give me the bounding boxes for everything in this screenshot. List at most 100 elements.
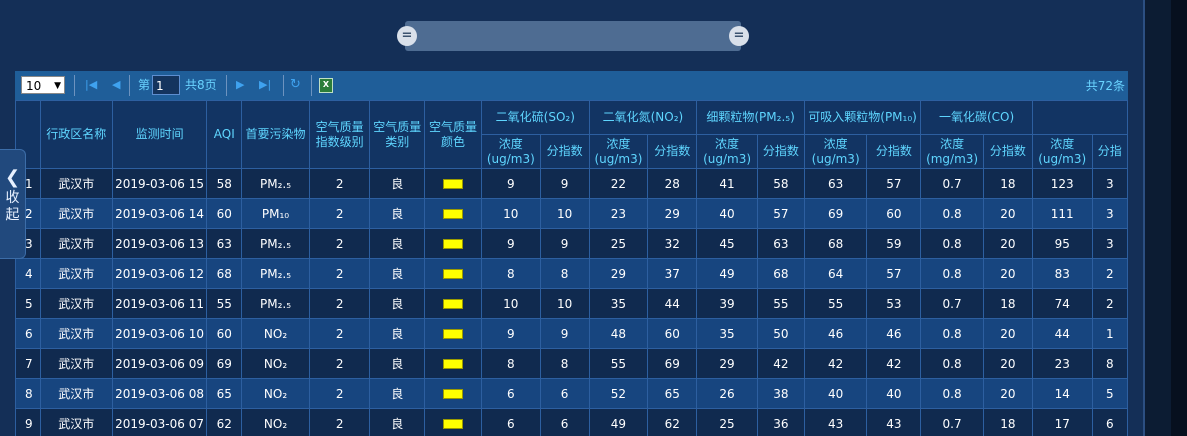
- cell-aqi: 68: [206, 258, 243, 289]
- cell-o3i: 3: [1091, 198, 1128, 229]
- cell-so2i: 8: [539, 258, 590, 289]
- cell-pm25i: 57: [756, 198, 805, 229]
- cell-pm10: 64: [803, 258, 868, 289]
- header-concentration[interactable]: 浓度(ug/m3): [696, 134, 758, 169]
- cell-no2i: 29: [647, 198, 698, 229]
- cell-category: 良: [369, 408, 426, 436]
- cell-time: 2019-03-06 14: [111, 198, 208, 229]
- cell-so2i: 10: [539, 288, 590, 319]
- header-concentration[interactable]: 浓度(ug/m3): [1031, 134, 1093, 169]
- header-time[interactable]: 监测时间: [111, 100, 208, 169]
- cell-quality-color: [424, 258, 482, 289]
- cell-quality-color: [424, 228, 482, 259]
- header-concentration[interactable]: 浓度(ug/m3): [803, 134, 868, 169]
- cell-aqi: 62: [206, 408, 243, 436]
- header-pollutant[interactable]: 首要污染物: [241, 100, 310, 169]
- page-prefix: 第: [138, 78, 151, 92]
- cell-so2i: 10: [539, 198, 590, 229]
- table-row[interactable]: 7 武汉市 2019-03-06 09 69 NO₂ 2 良 8 8 55 69 29 42 42 42 0.…: [15, 348, 1128, 379]
- table-row[interactable]: 3 武汉市 2019-03-06 13 63 PM₂.₅ 2 良 9 9 25 32 45 63 68 59…: [15, 228, 1128, 259]
- cell-o3: 74: [1031, 288, 1093, 319]
- table-row[interactable]: 6 武汉市 2019-03-06 10 60 NO₂ 2 良 9 9 48 60 35 50 46 46 0.…: [15, 318, 1128, 349]
- cell-o3i: 8: [1091, 348, 1128, 379]
- cell-pm10i: 53: [866, 288, 922, 319]
- cell-no2i: 44: [647, 288, 698, 319]
- cell-time: 2019-03-06 08: [111, 378, 208, 409]
- cell-time: 2019-03-06 13: [111, 228, 208, 259]
- header-district[interactable]: 行政区名称: [39, 100, 113, 169]
- header-concentration[interactable]: 浓度(ug/m3): [480, 134, 541, 169]
- header-co: 一氧化碳(CO): [920, 100, 1033, 135]
- resize-slider[interactable]: = =: [397, 21, 749, 51]
- header-aqi[interactable]: AQI: [206, 100, 243, 169]
- cell-level: 2: [308, 318, 371, 349]
- cell-pm25i: 68: [756, 258, 805, 289]
- table-row[interactable]: 5 武汉市 2019-03-06 11 55 PM₂.₅ 2 良 10 10 35 44 39 55 55…: [15, 288, 1128, 319]
- table-row[interactable]: 4 武汉市 2019-03-06 12 68 PM₂.₅ 2 良 8 8 29 37 49 68 64 57…: [15, 258, 1128, 289]
- cell-pollutant: NO₂: [241, 318, 310, 349]
- slider-left-handle[interactable]: =: [397, 26, 417, 46]
- toolbar-divider: [129, 75, 130, 96]
- cell-aqi: 60: [206, 318, 243, 349]
- cell-pm10i: 57: [866, 258, 922, 289]
- header-category[interactable]: 空气质量类别: [369, 100, 426, 169]
- cell-quality-color: [424, 378, 482, 409]
- cell-pm25: 26: [696, 378, 758, 409]
- cell-no: 4: [15, 258, 41, 289]
- table-row[interactable]: 1 武汉市 2019-03-06 15 58 PM₂.₅ 2 良 9 9 22 28 41 58 63 57…: [15, 168, 1128, 199]
- prev-page-icon[interactable]: ◀: [112, 77, 120, 93]
- table-row[interactable]: 2 武汉市 2019-03-06 14 60 PM₁₀ 2 良 10 10 23 29 40 57 69 6…: [15, 198, 1128, 229]
- header-level[interactable]: 空气质量指数级别: [308, 100, 371, 169]
- cell-pm25i: 58: [756, 168, 805, 199]
- cell-level: 2: [308, 258, 371, 289]
- cell-no2i: 69: [647, 348, 698, 379]
- cell-so2i: 9: [539, 318, 590, 349]
- last-page-icon[interactable]: ▶|: [259, 77, 271, 93]
- cell-so2: 8: [480, 348, 541, 379]
- header-concentration[interactable]: 浓度(mg/m3): [920, 134, 984, 169]
- header-concentration[interactable]: 浓度(ug/m3): [588, 134, 649, 169]
- header-sub-index[interactable]: 分指数: [982, 134, 1033, 169]
- table-row[interactable]: 9 武汉市 2019-03-06 07 62 NO₂ 2 良 6 6 49 62 25 36 43 43 0.…: [15, 408, 1128, 436]
- excel-export-icon[interactable]: X: [319, 78, 333, 93]
- cell-district: 武汉市: [39, 348, 113, 379]
- cell-o3i: 1: [1091, 318, 1128, 349]
- cell-pm10i: 60: [866, 198, 922, 229]
- cell-no2: 23: [588, 198, 649, 229]
- cell-no: 5: [15, 288, 41, 319]
- page-size-select[interactable]: 10 ▼: [21, 76, 65, 94]
- header-sub-index[interactable]: 分指数: [866, 134, 922, 169]
- toolbar-divider: [226, 75, 227, 96]
- current-page-input[interactable]: 1: [152, 75, 180, 95]
- first-page-icon[interactable]: |◀: [85, 77, 97, 93]
- cell-so2i: 9: [539, 168, 590, 199]
- cell-quality-color: [424, 348, 482, 379]
- quality-color-swatch: [443, 269, 464, 279]
- cell-o3: 23: [1031, 348, 1093, 379]
- cell-aqi: 58: [206, 168, 243, 199]
- collapse-panel-button[interactable]: ❮ 收起: [0, 149, 26, 259]
- toolbar-divider: [283, 75, 284, 96]
- header-sub-index[interactable]: 分指: [1091, 134, 1128, 169]
- cell-no2: 22: [588, 168, 649, 199]
- header-sub-index[interactable]: 分指数: [647, 134, 698, 169]
- cell-pm25: 41: [696, 168, 758, 199]
- cell-no2: 25: [588, 228, 649, 259]
- slider-right-handle[interactable]: =: [729, 26, 749, 46]
- cell-so2: 9: [480, 168, 541, 199]
- cell-pm10: 43: [803, 408, 868, 436]
- cell-co: 0.7: [920, 408, 984, 436]
- cell-co: 0.8: [920, 348, 984, 379]
- cell-category: 良: [369, 318, 426, 349]
- cell-no2: 52: [588, 378, 649, 409]
- cell-o3: 123: [1031, 168, 1093, 199]
- header-color[interactable]: 空气质量颜色: [424, 100, 482, 169]
- header-sub-index[interactable]: 分指数: [539, 134, 590, 169]
- cell-no2: 55: [588, 348, 649, 379]
- next-page-icon[interactable]: ▶: [236, 77, 244, 93]
- table-row[interactable]: 8 武汉市 2019-03-06 08 65 NO₂ 2 良 6 6 52 65 26 38 40 40 0.…: [15, 378, 1128, 409]
- cell-level: 2: [308, 378, 371, 409]
- refresh-icon[interactable]: ↻: [290, 77, 301, 93]
- cell-co: 0.8: [920, 228, 984, 259]
- header-sub-index[interactable]: 分指数: [756, 134, 805, 169]
